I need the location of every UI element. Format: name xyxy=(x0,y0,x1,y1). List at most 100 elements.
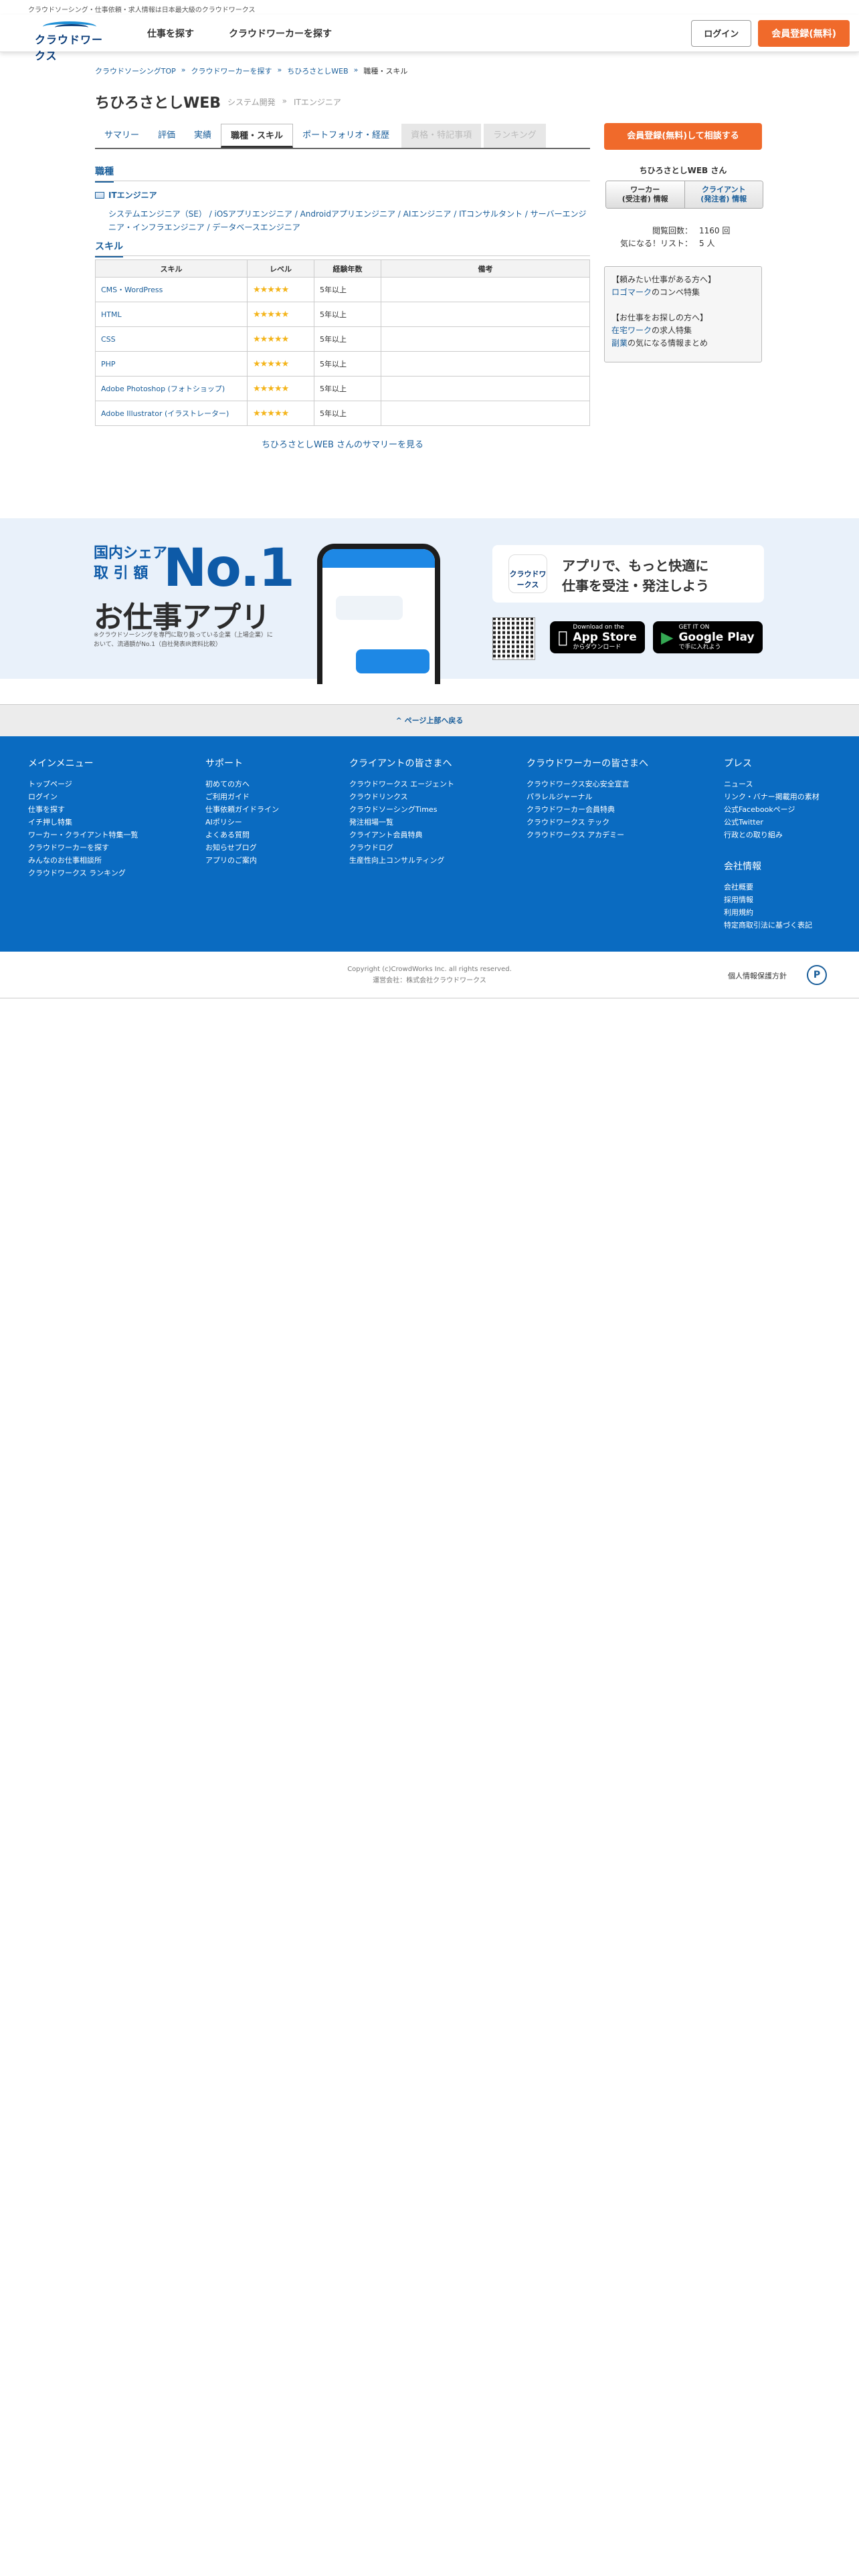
tab-results[interactable]: 実績 xyxy=(185,124,221,148)
tab-qualifications: 資格・特記事項 xyxy=(401,124,482,148)
footer-link[interactable]: 生産性向上コンサルティング xyxy=(349,854,454,867)
job-roles-list[interactable]: システムエンジニア（SE） / iOSアプリエンジニア / Androidアプリ… xyxy=(108,207,590,234)
skill-years: 5年以上 xyxy=(314,302,381,327)
footer-link[interactable]: ワーカー・クライアント特集一覧 xyxy=(28,829,138,841)
tab-skills[interactable]: 職種・スキル xyxy=(221,124,294,148)
footer-link[interactable]: トップページ xyxy=(28,778,138,790)
footer-link[interactable]: クラウドワークス テック xyxy=(527,816,648,829)
footer-link[interactable]: 初めての方へ xyxy=(205,778,279,790)
skill-name[interactable]: Adobe Photoshop (フォトショップ) xyxy=(95,376,248,401)
footer-link[interactable]: パラレルジャーナル xyxy=(527,790,648,803)
skill-note xyxy=(381,351,590,377)
footer-link[interactable]: みんなのお仕事相談所 xyxy=(28,854,138,867)
footer-link[interactable]: ニュース xyxy=(724,778,820,790)
footer-link[interactable]: 利用規約 xyxy=(724,906,812,919)
footer-link[interactable]: 仕事依頼ガイドライン xyxy=(205,803,279,816)
breadcrumb-top[interactable]: クラウドソーシングTOP xyxy=(95,66,176,76)
footer-link[interactable]: クラウドワークス エージェント xyxy=(349,778,454,790)
footer-link[interactable]: 仕事を探す xyxy=(28,803,138,816)
skill-name[interactable]: HTML xyxy=(95,302,248,327)
footer-link[interactable]: ログイン xyxy=(28,790,138,803)
login-button[interactable]: ログイン xyxy=(691,19,752,47)
footer-link[interactable]: お知らせブログ xyxy=(205,841,279,854)
col-level: レベル xyxy=(247,259,314,278)
breadcrumb-profile[interactable]: ちひろさとしWEB xyxy=(287,66,348,76)
footer-link[interactable]: 公式Twitter xyxy=(724,816,820,829)
footer-link[interactable]: アプリのご案内 xyxy=(205,854,279,867)
star-rating-icon: ★★★★★ xyxy=(253,334,289,344)
footer-link[interactable]: クラウドワーカー会員特典 xyxy=(527,803,648,816)
skill-name[interactable]: PHP xyxy=(95,351,248,377)
skill-years: 5年以上 xyxy=(314,277,381,302)
skill-name[interactable]: CSS xyxy=(95,326,248,352)
toggle-client-info[interactable]: クライアント (発注者) 情報 xyxy=(684,181,763,208)
breadcrumb-sep: » xyxy=(277,66,282,74)
footer-link[interactable]: 会社概要 xyxy=(724,881,812,893)
apple-icon:  xyxy=(558,628,567,647)
tab-portfolio[interactable]: ポートフォリオ・経歴 xyxy=(293,124,399,148)
skills-table: スキル レベル 経験年数 備考 CMS・WordPress ★★★★★ 5年以上… xyxy=(95,259,590,426)
footer-link[interactable]: 採用情報 xyxy=(724,893,812,906)
nav-find-jobs[interactable]: 仕事を探す xyxy=(147,27,194,40)
skill-years: 5年以上 xyxy=(314,401,381,426)
job-category-label: ITエンジニア xyxy=(108,191,157,200)
footer-link[interactable]: クラウドワークス安心安全宣言 xyxy=(527,778,648,790)
footer-link[interactable]: クラウドワーカーを探す xyxy=(28,841,138,854)
footer-link[interactable]: イチ押し特集 xyxy=(28,816,138,829)
footer-link[interactable]: 公式Facebookページ xyxy=(724,803,820,816)
skills-divider xyxy=(95,255,590,256)
skill-name[interactable]: CMS・WordPress xyxy=(95,277,248,302)
profile-tabs: サマリー 評価 実績 職種・スキル ポートフォリオ・経歴 資格・特記事項 ランキ… xyxy=(95,124,590,149)
role-toggle: ワーカー (受注者) 情報 クライアント (発注者) 情報 xyxy=(605,181,763,209)
view-summary-link[interactable]: ちひろさとしWEB さんのサマリーを見る xyxy=(95,437,590,450)
footer-link[interactable]: よくある質問 xyxy=(205,829,279,841)
header-actions: ログイン 会員登録(無料) xyxy=(691,19,850,47)
footer-link[interactable]: ご利用ガイド xyxy=(205,790,279,803)
footer-link[interactable]: 発注相場一覧 xyxy=(349,816,454,829)
skill-years: 5年以上 xyxy=(314,376,381,401)
app-footnote: ※クラウドソーシングを専門に取り扱っている企業（上場企業）において、流通額がNo… xyxy=(94,632,273,648)
back-to-top-link[interactable]: ^ ページ上部へ戻る xyxy=(0,704,859,736)
promo-sidejob-link[interactable]: 副業 xyxy=(611,338,628,348)
footer-link[interactable]: クラウドワークス ランキング xyxy=(28,867,138,879)
qr-code-icon xyxy=(492,617,535,660)
footer-link[interactable]: クラウドソーシングTimes xyxy=(349,803,454,816)
fav-label: 気になる！リスト： xyxy=(619,239,692,248)
phone-mockup-icon xyxy=(317,544,440,684)
toggle-worker-info[interactable]: ワーカー (受注者) 情報 xyxy=(606,181,685,208)
footer-link[interactable]: クライアント会員特典 xyxy=(349,829,454,841)
promo-logo-link[interactable]: ロゴマーク xyxy=(611,288,652,297)
col-years: 経験年数 xyxy=(314,259,381,278)
main-nav: 仕事を探す クラウドワーカーを探す xyxy=(147,27,332,40)
profile-tag-sep: » xyxy=(282,96,287,106)
privacy-policy-link[interactable]: 個人情報保護方針 xyxy=(728,970,787,981)
site-logo[interactable]: クラウドワークス xyxy=(28,20,107,62)
breadcrumb-find-workers[interactable]: クラウドワーカーを探す xyxy=(191,66,272,76)
footer-link[interactable]: 行政との取り組み xyxy=(724,829,820,841)
footer-link[interactable]: リンク・バナー掲載用の素材 xyxy=(724,790,820,803)
footer-link[interactable]: クラウドリンクス xyxy=(349,790,454,803)
skill-name[interactable]: Adobe Illustrator (イラストレーター) xyxy=(95,401,248,426)
site-footer: メインメニュー トップページ ログイン 仕事を探す イチ押し特集 ワーカー・クラ… xyxy=(0,736,859,952)
footer-link[interactable]: クラウドワークス アカデミー xyxy=(527,829,648,841)
table-row: HTML ★★★★★ 5年以上 xyxy=(95,302,590,327)
skill-note xyxy=(381,277,590,302)
profile-tag-category: システム開発 xyxy=(227,98,276,107)
nav-find-workers[interactable]: クラウドワーカーを探す xyxy=(229,27,332,40)
footer-link[interactable]: 特定商取引法に基づく表記 xyxy=(724,919,812,932)
star-rating-icon: ★★★★★ xyxy=(253,358,289,369)
col-note: 備考 xyxy=(381,259,590,278)
footer-link[interactable]: クラウドログ xyxy=(349,841,454,854)
consult-button[interactable]: 会員登録(無料)して相談する xyxy=(604,123,762,150)
app-store-button[interactable]:  Download on the App Store からダウンロード xyxy=(550,621,645,653)
star-rating-icon: ★★★★★ xyxy=(253,309,289,320)
tab-reviews[interactable]: 評価 xyxy=(149,124,185,148)
promo-remote-link[interactable]: 在宅ワーク xyxy=(611,326,652,335)
col-skill: スキル xyxy=(95,259,248,278)
profile-stats: 閲覧回数： 1160 回 気になる！リスト： 5 人 xyxy=(604,225,762,250)
breadcrumb-sep: » xyxy=(181,66,186,74)
register-button[interactable]: 会員登録(無料) xyxy=(758,19,850,47)
tab-summary[interactable]: サマリー xyxy=(95,124,149,148)
google-play-button[interactable]: ▶ GET IT ON Google Play で手に入れよう xyxy=(653,621,763,653)
footer-link[interactable]: AIポリシー xyxy=(205,816,279,829)
